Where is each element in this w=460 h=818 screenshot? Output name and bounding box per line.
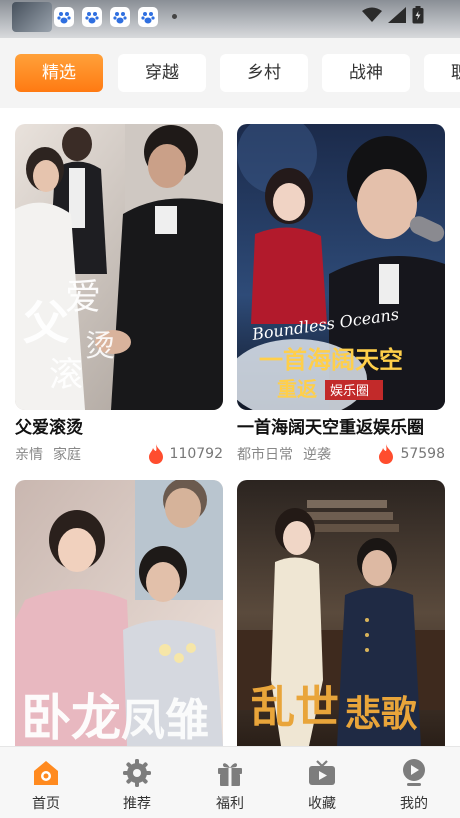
svg-text:滚: 滚 [49,355,83,395]
view-count-value: 110792 [169,446,223,462]
svg-text:卧龙: 卧龙 [21,688,121,746]
svg-text:凤雏: 凤雏 [121,695,209,746]
drama-poster[interactable]: 父 爱 滚 烫 [15,124,223,410]
svg-text:父: 父 [23,296,69,350]
tab-jingxuan[interactable]: 精选 [15,54,103,92]
gift-icon [195,757,265,789]
category-tabs: 精选 穿越 乡村 战神 职场 [0,38,460,108]
baidu-app-icon [82,7,102,27]
nav-recommend[interactable]: 推荐 [102,757,172,813]
drama-poster[interactable]: Boundless Oceans 一首海阔天空 重返 娱乐圈 [237,124,445,410]
baidu-app-icon [110,7,130,27]
nav-home[interactable]: 首页 [11,757,81,813]
tab-xiangcun[interactable]: 乡村 [220,54,308,92]
svg-text:烫: 烫 [85,329,115,364]
drama-poster[interactable]: 卧龙 凤雏 [15,480,223,746]
wifi-icon [362,7,382,23]
baidu-app-icon [54,7,74,27]
home-icon [11,757,81,789]
drama-card[interactable]: 父 爱 滚 烫 父爱滚烫 亲情 家庭 110792 [15,124,223,465]
svg-text:一首海阔天空: 一首海阔天空 [259,345,403,374]
tab-zhichang[interactable]: 职场 [424,54,460,92]
fire-icon [148,444,164,464]
tab-zhanshen[interactable]: 战神 [322,54,410,92]
drama-card[interactable]: 卧龙 凤雏 [15,480,223,746]
baidu-app-icon [138,7,158,27]
notification-dot [172,14,177,19]
nav-label: 福利 [216,796,244,812]
view-count: 57598 [378,444,445,464]
drama-tag: 亲情 [15,447,43,463]
svg-text:爱: 爱 [65,277,101,318]
svg-text:重返: 重返 [277,377,317,401]
drama-title[interactable]: 父爱滚烫 [15,417,223,439]
app-thumbnail [12,2,52,32]
svg-text:乱世: 乱世 [251,682,339,733]
drama-tag: 逆袭 [303,447,331,463]
bottom-nav: 首页 推荐 福利 收藏 我的 [0,746,460,818]
nav-label: 收藏 [308,796,336,812]
fire-icon [378,444,394,464]
svg-text:娱乐圈: 娱乐圈 [330,384,369,399]
view-count: 110792 [148,444,223,464]
nav-label: 推荐 [123,796,151,812]
nav-label: 首页 [32,796,60,812]
drama-card[interactable]: Boundless Oceans 一首海阔天空 重返 娱乐圈 一首海阔天空重返娱… [237,124,445,465]
nav-profile[interactable]: 我的 [379,757,449,813]
tv-icon [287,757,357,789]
nav-favorites[interactable]: 收藏 [287,757,357,813]
profile-icon [379,757,449,789]
drama-tag: 家庭 [53,447,81,463]
nav-welfare[interactable]: 福利 [195,757,265,813]
drama-title[interactable]: 一首海阔天空重返娱乐圈 [237,417,445,439]
tab-chuanyue[interactable]: 穿越 [118,54,206,92]
status-bar [0,0,460,38]
battery-icon [412,6,424,24]
drama-tag: 都市日常 [237,447,293,463]
svg-text:悲歌: 悲歌 [345,693,418,735]
signal-icon [388,7,406,23]
view-count-value: 57598 [400,446,445,462]
nav-label: 我的 [400,796,428,812]
drama-meta: 都市日常 逆袭 57598 [237,443,445,465]
drama-card[interactable]: 乱世 悲歌 [237,480,445,746]
drama-poster[interactable]: 乱世 悲歌 [237,480,445,746]
drama-meta: 亲情 家庭 110792 [15,443,223,465]
drama-tags: 亲情 家庭 [15,444,91,464]
gear-icon [102,757,172,789]
drama-tags: 都市日常 逆袭 [237,444,341,464]
